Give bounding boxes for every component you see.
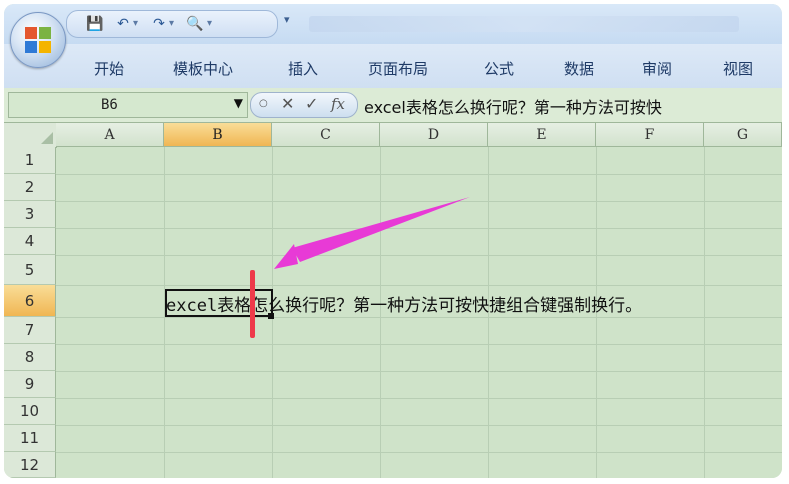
excel-window: 💾 ↶ ▾ ↷ ▾ 🔍 ▾ ▾ 开始 模板中心 插入 页面布局 公式 数据 审阅… xyxy=(0,0,789,484)
annotation-arrow-shaft xyxy=(292,197,470,262)
window-frame: 💾 ↶ ▾ ↷ ▾ 🔍 ▾ ▾ 开始 模板中心 插入 页面布局 公式 数据 审阅… xyxy=(4,4,782,478)
annotation-arrow xyxy=(274,197,470,269)
